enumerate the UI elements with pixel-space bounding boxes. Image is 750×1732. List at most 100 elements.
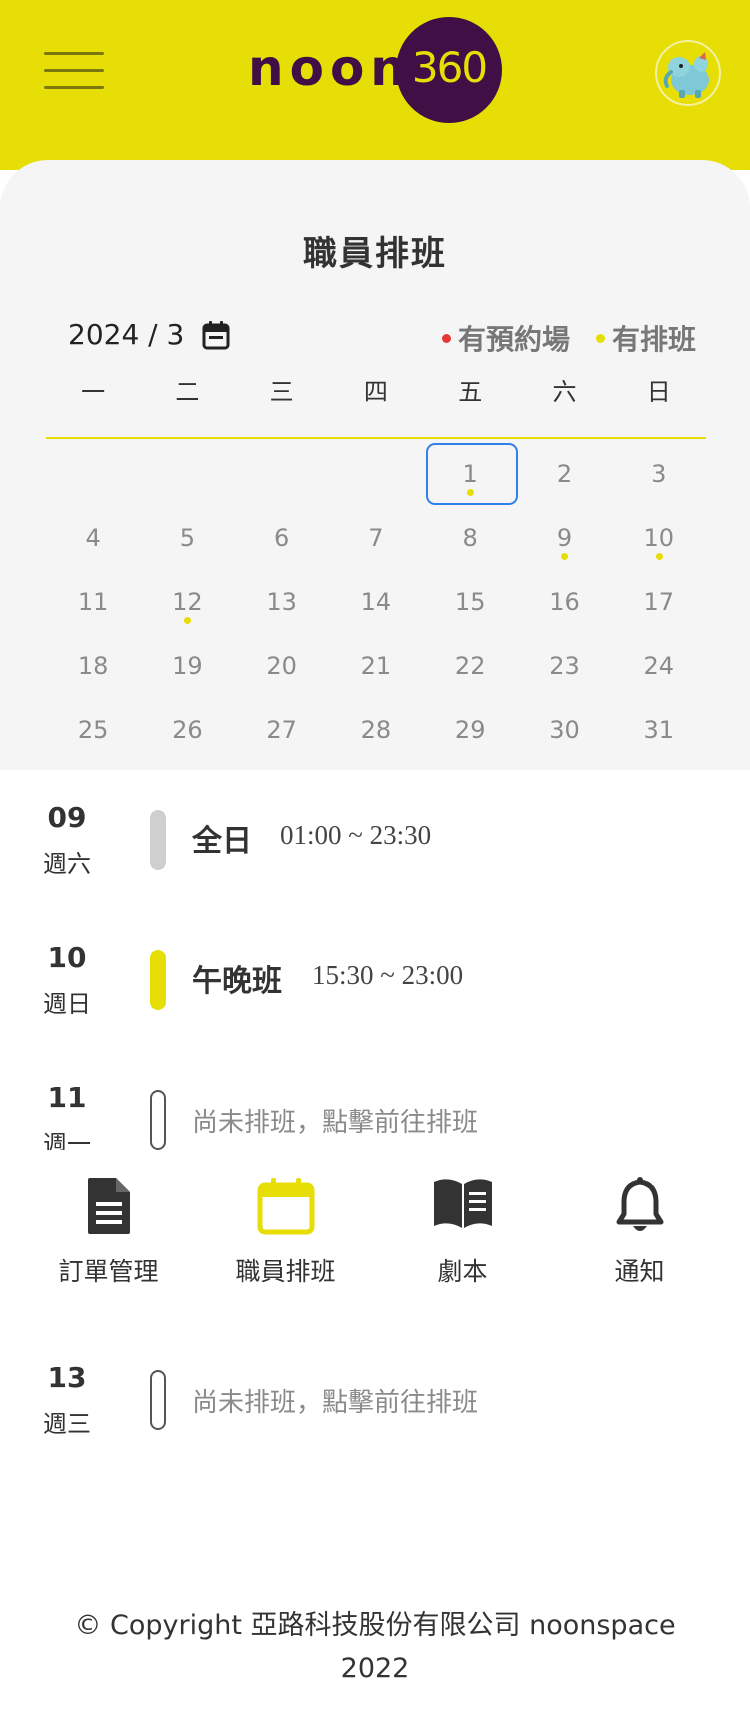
bottom-nav: 訂單管理 職員排班 劇本 通知 [0,1150,750,1300]
weekday-label: 六 [552,378,577,406]
nav-item-scripts[interactable]: 劇本 [374,1150,551,1290]
logo-word: noon [248,39,412,97]
calendar-day[interactable]: 15 [423,571,517,635]
weekday-label: 二 [175,378,200,406]
calendar-day[interactable]: 23 [517,635,611,699]
calendar-icon [197,1176,374,1240]
calendar-day[interactable]: 12 [140,571,234,635]
schedule-row[interactable]: 10 週日 午晚班 15:30 ~ 23:00 [0,940,750,1040]
day-number: 11 [77,588,109,616]
schedule-row[interactable]: 13 週三 尚未排班，點擊前往排班 [0,1360,750,1460]
schedule-day-number: 09 [47,801,87,834]
calendar-day[interactable]: 24 [612,635,706,699]
day-number: 22 [454,652,486,680]
day-number: 1 [462,460,478,488]
calendar-week: 11 12 13 14 15 16 17 [46,571,706,635]
weekday-label: 三 [269,378,294,406]
avatar[interactable] [655,40,721,106]
calendar-day[interactable]: 9 [517,507,611,571]
hamburger-menu-icon[interactable] [44,50,104,92]
calendar-day[interactable]: 27 [235,699,329,763]
calendar-day[interactable]: 31 [612,699,706,763]
calendar-day[interactable]: 25 [46,699,140,763]
logo-badge: 360 [396,17,502,123]
calendar-day[interactable]: 8 [423,507,517,571]
legend-label: 有排班 [611,323,696,356]
day-number: 23 [549,652,580,680]
day-number: 26 [172,716,203,744]
day-number: 7 [368,524,384,552]
day-number: 18 [77,652,109,680]
app-header: noon 360 [0,0,750,170]
calendar-day[interactable]: 20 [235,635,329,699]
menu-line [44,69,104,72]
day-number: 8 [462,524,478,552]
shift-dot [467,489,475,496]
calendar-day[interactable]: 30 [517,699,611,763]
schedule-weekday: 週六 [43,850,91,878]
weekday-header: 一二三四五六日 [46,372,706,412]
weekday-divider [46,437,706,439]
day-number: 19 [172,652,203,680]
calendar-day[interactable]: 3 [612,443,706,507]
noon360-logo[interactable]: noon 360 [248,17,502,123]
day-number: 3 [651,460,667,488]
calendar-day[interactable]: 29 [423,699,517,763]
calendar-day[interactable]: 4 [46,507,140,571]
day-number: 28 [360,716,392,744]
nav-item-staff-schedule[interactable]: 職員排班 [197,1150,374,1290]
calendar-card: 職員排班 2024 / 3 有預約場 有排班 一二三四五六日 1234567891… [0,160,750,770]
day-number: 12 [172,588,203,616]
calendar-day[interactable]: 18 [46,635,140,699]
calendar-empty-cell [140,443,234,507]
shift-name: 午晚班 [192,964,282,999]
day-number: 4 [85,524,101,552]
month-picker[interactable]: 2024 / 3 [68,318,230,351]
schedule-date: 09 週六 [40,800,94,882]
calendar-week: 1 2 3 [46,443,706,507]
day-number: 29 [454,716,486,744]
calendar-day[interactable]: 7 [329,507,423,571]
calendar-day[interactable]: 22 [423,635,517,699]
day-number: 15 [454,588,486,616]
calendar-day[interactable]: 21 [329,635,423,699]
calendar-grid: 1 2 3 4 5 6 7 8 9 10 11 12 13 14 15 16 17 18 19 20 21 22 23 24 2… [46,443,706,763]
shift-name: 全日 [192,824,252,859]
day-number: 25 [77,716,109,744]
calendar-week: 25 26 27 28 29 30 31 [46,699,706,763]
page-title: 職員排班 [303,234,447,274]
calendar-day[interactable]: 13 [235,571,329,635]
legend-dot [595,333,605,343]
document-icon [20,1176,197,1240]
day-number: 31 [643,716,674,744]
calendar-day[interactable]: 10 [612,507,706,571]
calendar-day[interactable]: 17 [612,571,706,635]
nav-item-notifications[interactable]: 通知 [551,1150,728,1290]
calendar-day[interactable]: 5 [140,507,234,571]
weekday-label: 四 [363,378,388,406]
shift-dot [655,553,663,560]
day-number: 5 [179,524,196,552]
calendar-day[interactable]: 26 [140,699,234,763]
calendar-day[interactable]: 11 [46,571,140,635]
nav-label: 職員排班 [235,1257,336,1286]
shift-time: 01:00 ~ 23:30 [280,820,432,850]
weekday-label: 一 [81,378,106,406]
copyright-footer: © Copyright 亞路科技股份有限公司 noonspace 2022 [50,1604,700,1690]
calendar-day[interactable]: 16 [517,571,611,635]
calendar-day[interactable]: 6 [235,507,329,571]
calendar-day[interactable]: 19 [140,635,234,699]
calendar-day[interactable]: 1 [423,443,519,507]
calendar-day[interactable]: 28 [329,699,423,763]
schedule-weekday: 週日 [43,990,91,1018]
nav-label: 訂單管理 [58,1257,159,1286]
legend-label: 有預約場 [457,323,570,356]
calendar-day[interactable]: 14 [329,571,423,635]
calendar-day[interactable]: 2 [517,443,611,507]
day-number: 10 [643,524,674,552]
schedule-row[interactable]: 09 週六 全日 01:00 ~ 23:30 [0,800,750,900]
day-number: 2 [556,460,573,488]
nav-item-orders[interactable]: 訂單管理 [20,1150,197,1290]
shift-status-bar [150,950,166,1010]
nav-label: 通知 [614,1257,665,1286]
